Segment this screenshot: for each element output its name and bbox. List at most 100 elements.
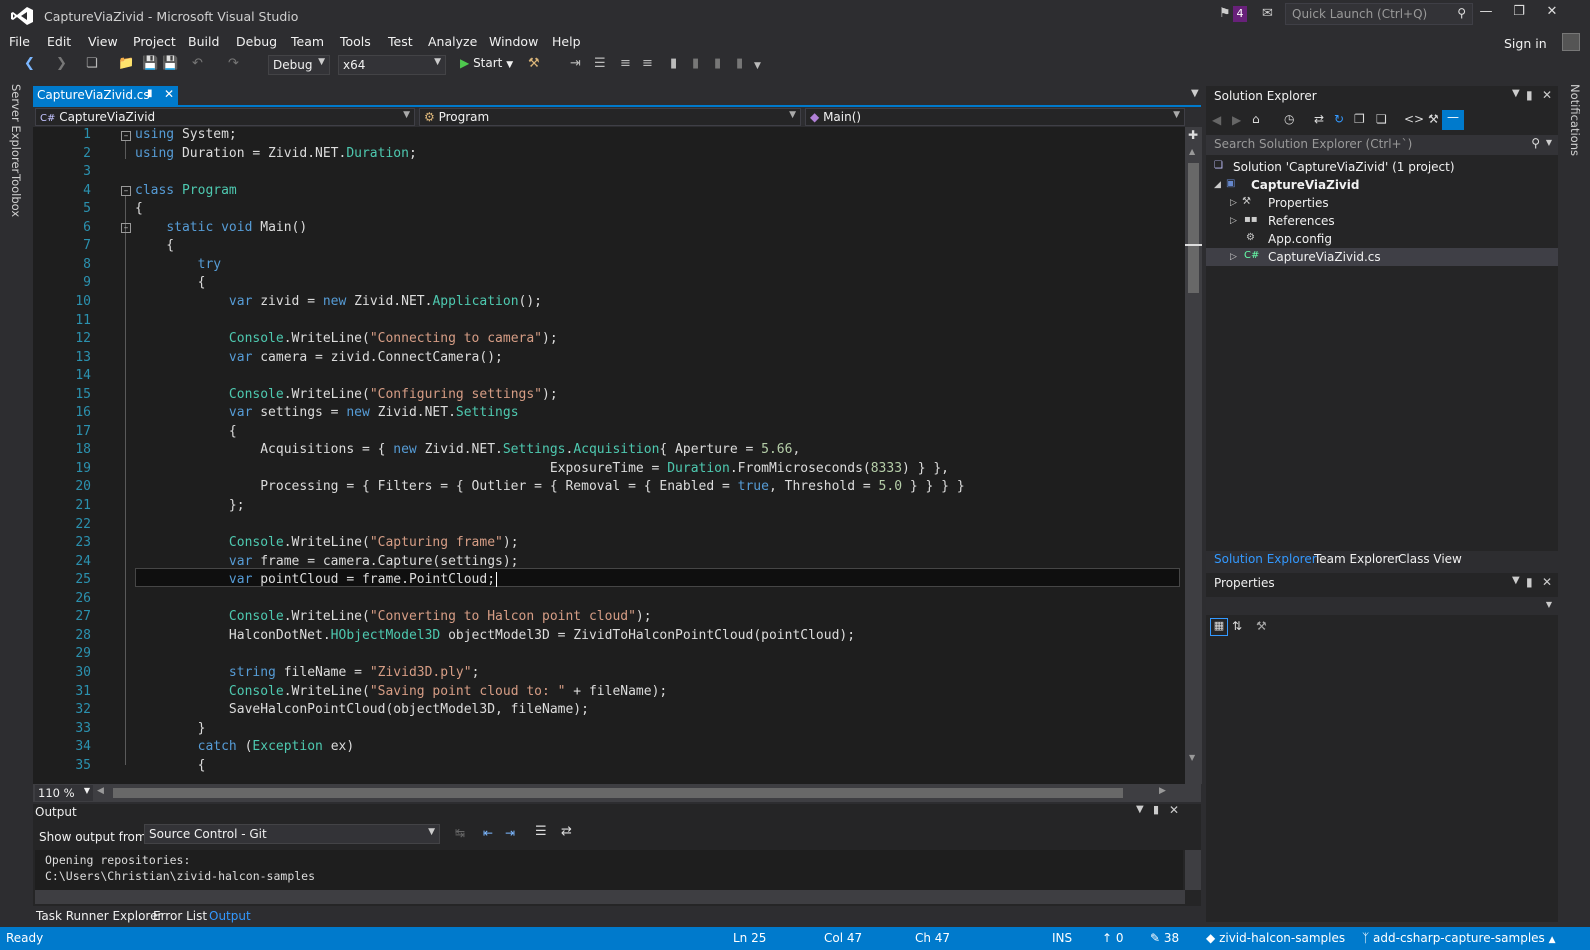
code-line[interactable]: { [135,201,143,216]
menu-view[interactable]: View [88,34,118,49]
output-vertical-scrollbar[interactable] [1185,850,1201,890]
step-icon[interactable]: ⇥ [570,56,581,71]
comment-icon[interactable]: ≡ [620,56,631,71]
menu-tools[interactable]: Tools [340,34,371,49]
code-line[interactable]: string fileName = "Zivid3D.ply"; [135,665,479,680]
code-line[interactable]: HalconDotNet.HObjectModel3D objectModel3… [135,628,855,643]
navigate-forward-icon[interactable]: ❯ [56,56,67,71]
menu-build[interactable]: Build [188,34,219,49]
menu-edit[interactable]: Edit [47,34,71,49]
server-explorer-tab[interactable]: Server Explorer [9,84,23,173]
close-panel-icon[interactable]: ✕ [1542,88,1552,102]
collapsed-arrow-icon[interactable]: ▷ [1230,198,1237,208]
tab-error-list[interactable]: Error List [153,909,207,923]
output-horizontal-scrollbar[interactable] [35,890,1185,904]
save-icon[interactable]: 💾 [142,56,158,71]
account-avatar-icon[interactable] [1562,33,1580,51]
code-line[interactable]: Processing = { Filters = { Outlier = { R… [135,479,964,494]
save-all-icon[interactable]: 💾 [162,56,178,71]
clear-bookmarks-icon[interactable]: ▮ [736,56,743,71]
code-line[interactable]: try [135,257,221,272]
code-line[interactable]: var pointCloud = frame.PointCloud;​ [135,572,498,588]
member-dropdown[interactable]: ◆ Main() ▼ [805,108,1185,126]
properties-object-select[interactable]: ▼ [1206,597,1558,615]
tree-item-references[interactable]: ▷ ▪▪ References [1206,212,1558,230]
code-line[interactable]: ExposureTime = Duration.FromMicroseconds… [135,461,949,476]
class-dropdown[interactable]: ⚙ Program ▼ [419,108,801,126]
code-line[interactable]: } [135,721,206,736]
quick-launch-input[interactable]: Quick Launch (Ctrl+Q) ⚲ [1285,3,1473,25]
toolbox-tab[interactable]: Toolbox [9,174,23,217]
solution-platform-select[interactable]: x64 ▼ [338,55,446,75]
tab-team-explorer[interactable]: Team Explorer [1314,552,1400,566]
collapse-region-icon[interactable]: – [121,223,131,233]
code-line[interactable]: Console.WriteLine("Connecting to camera"… [135,331,558,346]
code-line[interactable]: SaveHalconPointCloud(objectModel3D, file… [135,702,589,717]
menu-help[interactable]: Help [552,34,581,49]
code-line[interactable]: { [135,275,206,290]
feedback-icon[interactable]: ✉ [1262,6,1273,21]
redo-icon[interactable]: ↷ [228,56,239,71]
code-line[interactable]: var zivid = new Zivid.NET.Application(); [135,294,542,309]
code-line[interactable]: var camera = zivid.ConnectCamera(); [135,350,503,365]
preview-selected-items-icon[interactable]: — [1442,110,1464,130]
menu-test[interactable]: Test [388,34,413,49]
code-line[interactable]: Console.WriteLine("Configuring settings"… [135,387,558,402]
code-line[interactable]: { [135,424,237,439]
pin-icon[interactable]: ▮ [1153,803,1159,816]
code-line[interactable]: var settings = new Zivid.NET.Settings [135,405,519,420]
branch-selector[interactable]: ᛉ add-csharp-capture-samples ▲ [1362,931,1556,945]
code-line[interactable]: var frame = camera.Capture(settings); [135,554,519,569]
toolbar-overflow-icon[interactable]: ▼ [754,61,761,71]
format-icon[interactable]: ☰ [594,56,606,71]
window-position-dropdown-icon[interactable]: ▼ [1512,575,1520,586]
previous-bookmark-icon[interactable]: ▮ [692,56,699,71]
alphabetical-icon[interactable]: ⇅ [1232,619,1242,633]
close-panel-icon[interactable]: ✕ [1542,575,1552,589]
tab-output[interactable]: Output [209,909,251,923]
tab-solution-explorer[interactable]: Solution Explorer [1214,552,1317,566]
menu-team[interactable]: Team [291,34,324,49]
menu-file[interactable]: File [9,34,30,49]
document-tab[interactable]: CaptureViaZivid.cs ▮ ✕ [33,86,178,106]
tab-task-runner-explorer[interactable]: Task Runner Explorer [36,909,162,923]
view-code-icon[interactable]: <> [1404,112,1424,126]
maximize-button[interactable]: ❐ [1504,4,1534,26]
collapse-region-icon[interactable]: – [121,186,131,196]
solution-configuration-select[interactable]: Debug ▼ [268,55,330,75]
window-position-dropdown-icon[interactable]: ▼ [1512,88,1520,99]
collapse-all-icon[interactable]: ❐ [1354,112,1365,126]
code-editor[interactable]: 1 2 3 4 5 6 7 8 9 10 11 12 13 14 15 16 17 18 19 20 21 22 23 24 2… [33,127,1185,784]
tree-item-properties[interactable]: ▷ ⚒ Properties [1206,194,1558,212]
pending-changes-filter-icon[interactable]: ◷ [1284,112,1294,126]
pending-changes[interactable]: ✎ 38 [1150,931,1179,945]
undo-icon[interactable]: ↶ [192,56,203,71]
start-debugging-button[interactable]: ▶ Start ▼ [460,56,513,70]
collapse-region-icon[interactable]: – [121,131,131,141]
tab-list-dropdown-icon[interactable]: ▼ [1191,88,1199,99]
property-pages-wrench-icon[interactable]: ⚒ [1256,619,1267,633]
expanded-arrow-icon[interactable]: ◢ [1214,180,1221,190]
open-file-icon[interactable]: 📁 [118,56,134,71]
code-line[interactable]: { [135,238,174,253]
output-source-select[interactable]: Source Control - Git ▼ [144,824,440,844]
next-bookmark-icon[interactable]: ▮ [714,56,721,71]
code-line[interactable]: Console.WriteLine("Converting to Halcon … [135,609,652,624]
zoom-select[interactable]: 110 % ▼ [35,785,93,801]
split-window-icon[interactable]: ✚ [1188,128,1198,142]
code-line[interactable]: static void Main() [135,220,307,235]
scroll-right-icon[interactable]: ▶ [1159,786,1166,796]
close-panel-icon[interactable]: ✕ [1169,803,1179,817]
collapsed-arrow-icon[interactable]: ▷ [1230,252,1237,262]
code-line[interactable]: }; [135,498,245,513]
scrollbar-thumb[interactable] [1188,163,1199,293]
editor-vertical-scrollbar[interactable]: ✚ ▲ ▼ [1185,127,1202,784]
uncomment-icon[interactable]: ≡ [642,56,653,71]
minimize-button[interactable]: — [1471,4,1501,26]
tree-item-app-config[interactable]: ⚙ App.config [1206,230,1558,248]
bookmark-icon[interactable]: ▮ [670,56,677,71]
horizontal-scrollbar-thumb[interactable] [113,788,1123,798]
toggle-word-wrap-icon[interactable]: ⇄ [561,824,572,839]
pin-icon[interactable]: ▮ [1526,575,1533,589]
code-line[interactable]: catch (Exception ex) [135,739,355,754]
